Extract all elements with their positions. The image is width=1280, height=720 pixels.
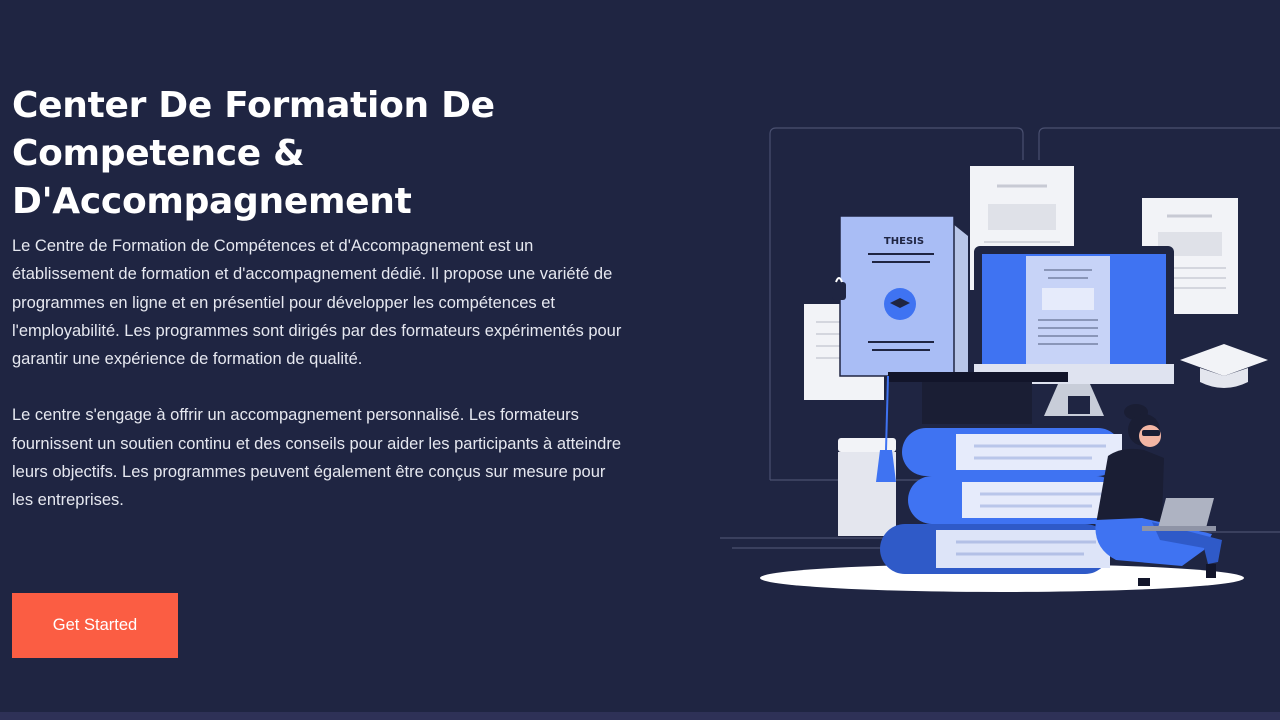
education-illustration: THESIS [720,127,1280,592]
bottom-divider [0,712,1280,720]
hero-description-1: Le Centre de Formation de Compétences et… [12,237,622,369]
student-with-laptop [1095,404,1222,586]
stacked-books [880,428,1122,574]
get-started-button[interactable]: Get Started [12,593,178,658]
hero-description-2: Le centre s'engage à offrir un accompagn… [12,406,622,510]
hero-title: Center De Formation De Competence & D'Ac… [12,85,495,222]
thesis-book: THESIS [832,215,968,388]
graduation-cap-icon [1180,344,1268,388]
thesis-label: THESIS [884,236,924,247]
hero-text-block: Center De Formation De Competence & D'Ac… [12,82,652,515]
